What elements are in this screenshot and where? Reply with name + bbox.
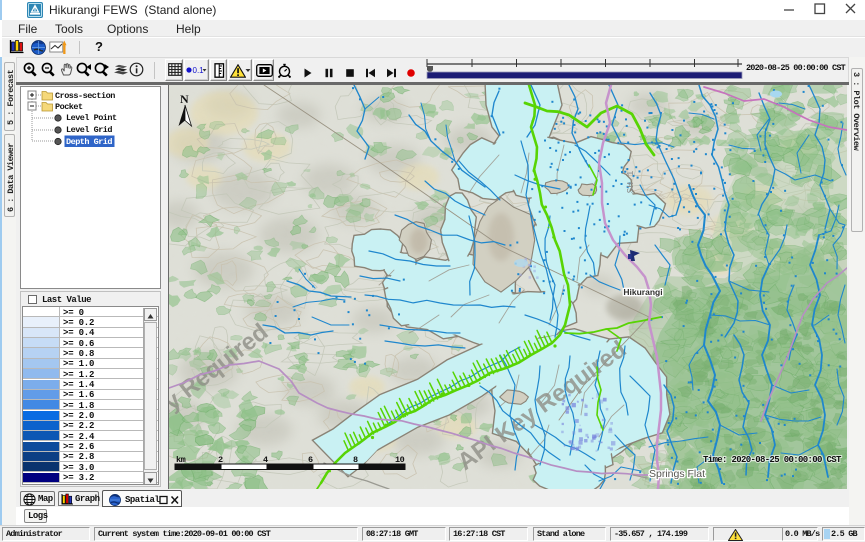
- svg-text:Springs Flat: Springs Flat: [649, 468, 705, 480]
- svg-text:Hikurangi: Hikurangi: [623, 287, 662, 297]
- svg-text:0.1: 0.1: [193, 66, 205, 75]
- svg-text:SH 1: SH 1: [625, 170, 636, 193]
- svg-text:N: N: [180, 92, 189, 106]
- svg-text:Time: 2020-08-25 00:00:00 CST: Time: 2020-08-25 00:00:00 CST: [703, 455, 842, 465]
